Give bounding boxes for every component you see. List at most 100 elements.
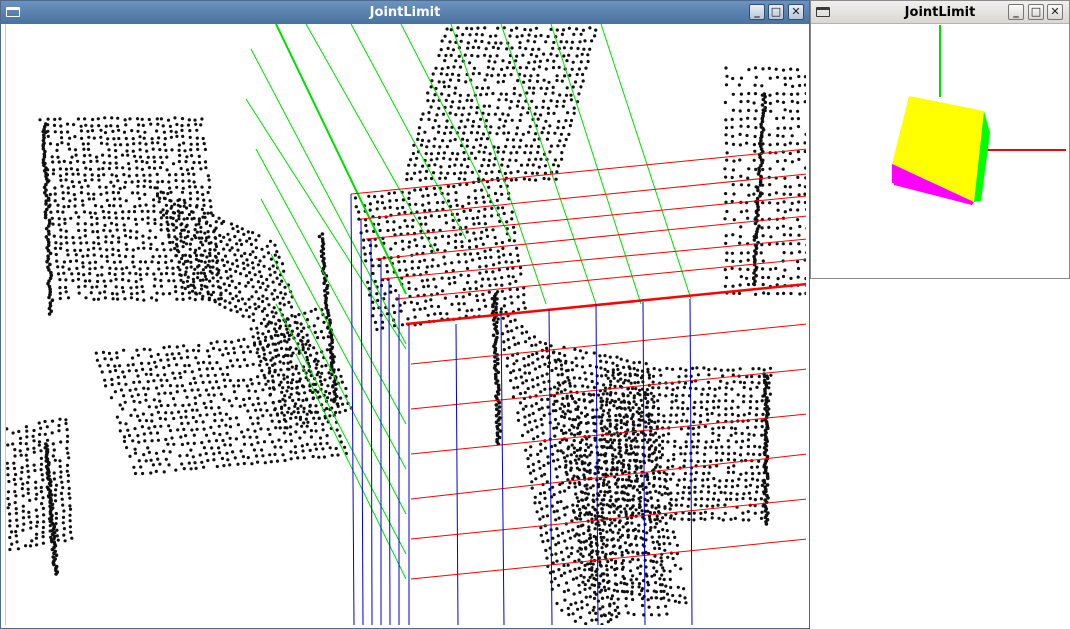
cloud-point xyxy=(619,357,623,361)
cloud-point xyxy=(68,496,72,500)
cloud-point xyxy=(635,577,639,581)
cloud-point xyxy=(147,117,151,122)
cloud-point xyxy=(201,380,205,384)
minimize-button[interactable]: _ xyxy=(749,4,765,20)
cloud-point xyxy=(286,410,290,414)
cloud-point xyxy=(120,153,125,157)
cloud-point xyxy=(713,394,717,398)
cloud-point xyxy=(512,369,516,373)
main-3d-viewport[interactable] xyxy=(5,24,806,625)
cloud-point xyxy=(624,445,629,449)
cloud-point xyxy=(803,83,806,87)
cloud-point xyxy=(582,575,586,579)
cloud-point xyxy=(657,386,661,390)
cloud-point xyxy=(578,376,582,380)
cloud-point xyxy=(626,535,630,539)
cloud-point xyxy=(169,135,173,139)
cloud-point xyxy=(150,439,154,443)
main-window-titlebar[interactable]: JointLimit _ □ ✕ xyxy=(1,1,809,24)
cloud-point xyxy=(302,456,306,460)
cloud-point xyxy=(193,396,197,400)
cloud-point xyxy=(486,277,490,281)
cloud-point xyxy=(628,374,632,378)
cloud-point xyxy=(636,566,640,570)
cloud-point xyxy=(250,295,254,299)
cloud-point xyxy=(198,453,202,457)
cloud-point xyxy=(194,356,198,360)
cloud-point xyxy=(123,180,128,184)
cloud-point xyxy=(445,119,449,123)
cloud-point xyxy=(516,259,520,263)
cloud-point xyxy=(424,152,428,156)
cloud-point xyxy=(226,372,230,377)
cloud-point xyxy=(586,579,591,583)
cloud-point xyxy=(487,59,491,63)
cloud-point xyxy=(268,432,272,437)
cloud-point xyxy=(561,126,566,130)
cloud-point xyxy=(782,200,786,204)
cloud-point xyxy=(713,367,717,371)
cloud-point xyxy=(651,452,655,456)
cloud-point xyxy=(406,317,410,321)
cloud-point xyxy=(148,229,152,233)
cloud-point xyxy=(140,361,144,365)
cloud-point xyxy=(192,234,197,238)
cloud-point xyxy=(724,234,728,238)
cloud-point xyxy=(529,28,533,32)
cloud-point xyxy=(92,197,96,201)
cloud-point xyxy=(214,236,218,240)
cloud-point xyxy=(584,497,588,501)
cloud-point xyxy=(543,342,548,346)
close-button[interactable]: ✕ xyxy=(788,4,804,20)
cloud-point xyxy=(506,338,510,342)
cloud-point xyxy=(83,284,87,288)
cloud-point xyxy=(49,210,53,214)
cloud-point xyxy=(608,604,612,608)
cloud-point xyxy=(628,367,632,371)
cloud-point xyxy=(463,125,467,129)
cloud-point xyxy=(423,306,427,310)
cloud-point xyxy=(620,553,624,557)
cloud-point xyxy=(262,373,266,377)
cloud-point xyxy=(593,34,597,38)
cloud-point xyxy=(335,428,339,432)
cloud-point xyxy=(482,150,486,154)
cloud-point xyxy=(783,210,787,214)
cloud-point xyxy=(466,93,470,97)
cloud-point xyxy=(584,442,589,446)
cloud-point xyxy=(465,309,469,313)
cloud-point xyxy=(617,459,621,463)
cloud-point xyxy=(560,79,564,83)
cloud-point xyxy=(683,452,687,456)
cloud-point xyxy=(208,248,212,252)
cloud-point xyxy=(481,242,485,246)
cloud-point xyxy=(789,208,793,212)
maximize-button[interactable]: □ xyxy=(768,4,784,20)
cloud-point xyxy=(272,306,276,310)
cloud-point xyxy=(446,46,450,50)
cloud-point xyxy=(603,354,607,358)
cloud-point xyxy=(400,323,405,327)
cloud-point xyxy=(151,147,155,151)
cloud-point xyxy=(260,247,264,251)
cloud-point xyxy=(169,206,173,210)
cloud-point xyxy=(186,275,190,279)
cloud-point xyxy=(436,151,441,155)
cloud-point xyxy=(190,370,194,374)
cloud-point xyxy=(540,374,544,378)
cloud-point xyxy=(251,266,255,270)
cloud-point xyxy=(188,135,192,139)
cloud-point xyxy=(118,429,122,433)
cloud-point xyxy=(92,192,96,196)
cloud-point xyxy=(208,224,212,228)
cloud-point xyxy=(586,385,590,389)
cloud-point xyxy=(405,224,409,228)
cloud-point xyxy=(126,428,130,432)
cloud-point xyxy=(204,452,208,456)
cloud-point xyxy=(255,435,259,439)
cloud-point xyxy=(459,273,463,277)
cloud-point xyxy=(66,473,70,478)
cloud-point xyxy=(127,162,131,166)
cloud-point xyxy=(136,393,140,397)
cloud-point xyxy=(750,380,754,384)
